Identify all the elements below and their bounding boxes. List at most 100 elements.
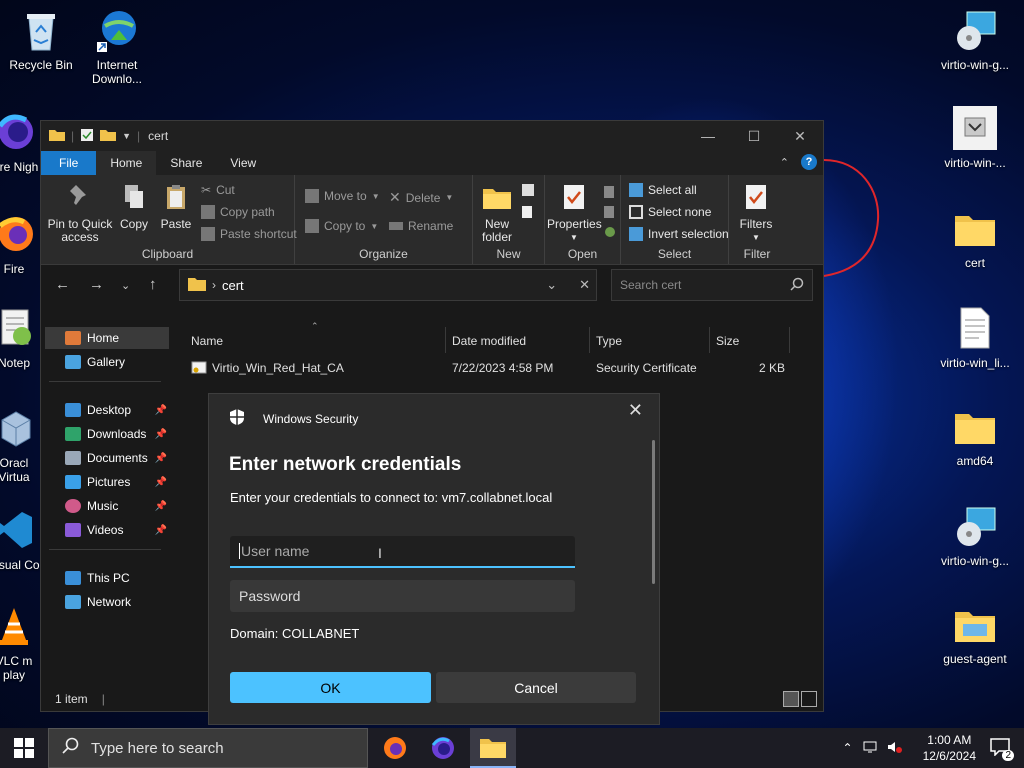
taskbar-firefox-icon[interactable] [372,728,418,768]
nav-item-downloads[interactable]: Downloads 📌 [45,423,169,445]
address-dropdown-icon[interactable]: ⌄ [546,277,557,293]
tab-file[interactable]: File [41,151,97,175]
chevron-up-icon[interactable]: ⌃ [843,741,853,755]
desktop-icon-notepad-plus[interactable]: Notep [0,306,44,370]
up-arrow-icon[interactable]: ↑ [149,276,157,293]
pin-icon[interactable]: 📌 [155,429,167,440]
column-divider[interactable] [589,327,590,353]
desktop-icon-firefox[interactable]: Fire [0,212,44,276]
delete-button[interactable]: ✕ Delete ▼ [389,189,453,206]
desktop-icon-virtio-win-license[interactable]: virtio-win_li... [934,306,1016,370]
properties-check-icon[interactable] [80,128,94,145]
desktop-icon-cert-folder[interactable]: cert [934,206,1016,270]
copy-button[interactable]: Copy [115,183,153,231]
close-button[interactable]: ✕ [777,121,823,151]
desktop-icon-virtio-win-guest-tools-2[interactable]: virtio-win-g... [934,504,1016,568]
nav-item-home[interactable]: Home [45,327,169,349]
rename-button[interactable]: Rename [389,219,453,233]
nav-item-desktop[interactable]: Desktop 📌 [45,399,169,421]
paste-shortcut-button[interactable]: Paste shortcut [201,227,297,241]
pin-to-quick-access-button[interactable]: Pin to Quick access [47,183,113,244]
select-all-button[interactable]: Select all [629,183,697,197]
maximize-button[interactable]: ☐ [731,121,777,151]
cancel-button[interactable]: Cancel [436,672,636,703]
large-icons-view-icon[interactable] [801,691,817,707]
help-icon[interactable]: ? [801,154,817,170]
copy-path-button[interactable]: Copy path [201,205,275,219]
column-divider[interactable] [445,327,446,353]
dialog-scrollbar[interactable] [652,440,655,584]
desktop-icon-vlc[interactable]: VLC m play [0,604,44,682]
breadcrumb[interactable]: cert [222,278,244,293]
nav-item-music[interactable]: Music 📌 [45,495,169,517]
column-header-name[interactable]: Name [191,334,223,348]
pin-icon[interactable]: 📌 [155,477,167,488]
new-item-icon[interactable] [521,183,539,200]
invert-selection-button[interactable]: Invert selection [629,227,729,241]
collapse-ribbon-icon[interactable]: ⌃ [780,156,789,169]
tab-share[interactable]: Share [156,151,216,175]
minimize-button[interactable]: — [685,121,731,151]
username-field[interactable]: User name I [230,536,575,568]
pin-icon[interactable]: 📌 [155,501,167,512]
taskbar-file-explorer-icon[interactable] [470,728,516,768]
history-icon[interactable] [603,225,617,242]
search-input[interactable]: Search cert [611,269,813,301]
windows-start-icon[interactable] [14,738,34,763]
pin-icon[interactable]: 📌 [155,405,167,416]
recent-locations-chevron-icon[interactable]: ⌄ [121,279,130,292]
tab-home[interactable]: Home [96,151,157,175]
taskbar-search-input[interactable]: Type here to search [48,728,368,768]
desktop-icon-visual-studio-code[interactable]: Visual Co [0,508,44,572]
tab-view[interactable]: View [216,151,270,175]
filters-button[interactable]: Filters ▼ [733,183,779,244]
address-bar[interactable]: › cert ⌄ ✕ [179,269,597,301]
pin-icon[interactable]: 📌 [155,453,167,464]
desktop-icon-recycle-bin[interactable]: Recycle Bin [0,8,82,72]
open-icon[interactable] [603,185,617,202]
desktop-icon-amd64-folder[interactable]: amd64 [934,404,1016,468]
desktop-icon-virtio-win-installer[interactable]: virtio-win-... [934,106,1016,170]
details-view-icon[interactable] [783,691,799,707]
nav-item-gallery[interactable]: Gallery [45,351,169,373]
nav-item-network[interactable]: Network [45,591,169,613]
table-row[interactable]: Virtio_Win_Red_Hat_CA 7/22/2023 4:58 PM … [179,357,823,379]
column-header-type[interactable]: Type [596,334,622,348]
desktop-icon-virtio-win-guest-tools[interactable]: virtio-win-g... [934,8,1016,72]
column-divider[interactable] [789,327,790,353]
title-bar[interactable]: | ▼ | cert — ☐ ✕ [41,121,823,151]
back-arrow-icon[interactable]: ← [55,276,70,293]
desktop-icon-oracle-virtualbox[interactable]: Oracl Virtua [0,406,44,484]
speaker-muted-icon[interactable] [887,740,903,757]
new-folder-button[interactable]: New folder [477,183,517,244]
desktop-icon-guest-agent-folder[interactable]: guest-agent [934,602,1016,666]
nav-item-videos[interactable]: Videos 📌 [45,519,169,541]
pin-icon[interactable]: 📌 [155,525,167,536]
taskbar-firefox-nightly-icon[interactable] [420,728,466,768]
edit-icon[interactable] [603,205,617,222]
paste-button[interactable]: Paste [157,183,195,231]
select-none-button[interactable]: Select none [629,205,711,219]
desktop-icon-firefox-nightly[interactable]: Fire Nigh [0,110,44,174]
nav-item-this-pc[interactable]: This PC [45,567,169,589]
column-header-size[interactable]: Size [716,334,739,348]
nav-item-documents[interactable]: Documents 📌 [45,447,169,469]
copy-to-button[interactable]: Copy to ▼ [305,219,378,233]
taskbar-clock[interactable]: 1:00 AM 12/6/2024 [923,732,976,764]
chevron-down-icon[interactable]: ▼ [122,131,131,141]
cut-button[interactable]: ✂ Cut [201,183,235,197]
column-header-date-modified[interactable]: Date modified [452,334,526,348]
forward-arrow-icon[interactable]: → [89,276,104,293]
clear-address-icon[interactable]: ✕ [579,277,590,293]
move-to-button[interactable]: Move to ▼ [305,189,380,203]
password-field[interactable]: Password [230,580,575,612]
notification-center-icon[interactable]: 2 [990,737,1014,761]
easy-access-icon[interactable] [521,205,539,222]
properties-button[interactable]: Properties ▼ [547,183,602,244]
column-divider[interactable] [709,327,710,353]
desktop-icon-internet-download-manager[interactable]: Internet Downlo... [76,8,158,86]
nav-item-pictures[interactable]: Pictures 📌 [45,471,169,493]
new-folder-quick-icon[interactable] [100,129,117,144]
ok-button[interactable]: OK [230,672,431,703]
network-icon[interactable] [863,740,879,757]
